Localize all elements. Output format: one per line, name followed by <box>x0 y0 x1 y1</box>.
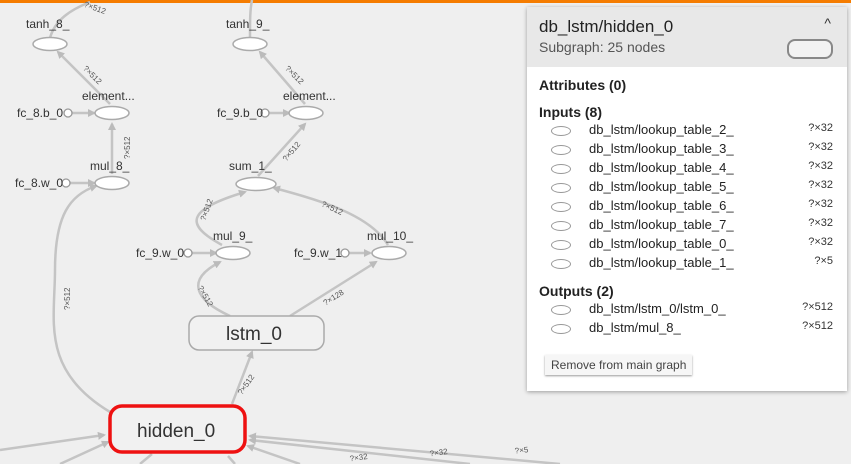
input-shape: ?×32 <box>808 122 833 134</box>
input-shape: ?×32 <box>808 141 833 153</box>
panel-header: db_lstm/hidden_0 Subgraph: 25 nodes ^ <box>527 7 847 67</box>
svg-text:mul_9_: mul_9_ <box>213 229 253 243</box>
op-node-icon <box>551 202 571 212</box>
node-fc9-b[interactable]: fc_9.b_0 <box>217 106 270 120</box>
node-lstm-0[interactable]: lstm_0 <box>188 315 325 351</box>
node-fc8-w[interactable]: fc_8.w_0 <box>15 176 71 190</box>
edge-in-2 <box>59 440 110 464</box>
expand-subgraph-toggle[interactable] <box>787 39 833 59</box>
panel-title: db_lstm/hidden_0 <box>539 17 674 36</box>
edge-label: ?×512 <box>83 0 108 16</box>
outputs-heading: Outputs (2) <box>539 283 614 299</box>
edge-lstm-mul10 <box>289 260 378 318</box>
output-name: db_lstm/lstm_0/lstm_0_ <box>589 301 726 316</box>
input-name: db_lstm/lookup_table_6_ <box>589 198 734 213</box>
input-row[interactable]: db_lstm/lookup_table_5_ ?×32 <box>549 179 837 198</box>
svg-text:tanh_8_: tanh_8_ <box>26 17 70 31</box>
edge-label: ?×128 <box>322 287 346 307</box>
output-shape: ?×512 <box>802 320 833 332</box>
input-name: db_lstm/lookup_table_7_ <box>589 217 734 232</box>
svg-text:sum_1_: sum_1_ <box>229 159 272 173</box>
edge-in-7 <box>248 432 561 464</box>
svg-text:tanh_9_: tanh_9_ <box>226 17 270 31</box>
edge-label: ?×512 <box>81 64 104 87</box>
node-mul-8[interactable]: mul_8_ <box>90 159 130 191</box>
node-fc8-b[interactable]: fc_8.b_0 <box>17 106 73 120</box>
svg-text:fc_9.w_0: fc_9.w_0 <box>136 246 184 260</box>
input-row[interactable]: db_lstm/lookup_table_6_ ?×32 <box>549 198 837 217</box>
node-fc9-w1[interactable]: fc_9.w_1 <box>294 246 350 260</box>
op-node-icon <box>551 183 571 193</box>
node-fc9-w[interactable]: fc_9.w_0 <box>136 246 193 260</box>
input-row[interactable]: db_lstm/lookup_table_7_ ?×32 <box>549 217 837 236</box>
input-shape: ?×5 <box>814 255 833 267</box>
edge-label: ?×32 <box>349 452 369 463</box>
attributes-heading: Attributes (0) <box>539 77 627 93</box>
input-name: db_lstm/lookup_table_5_ <box>589 179 734 194</box>
svg-text:element...: element... <box>283 89 336 103</box>
node-element-9[interactable]: element... <box>283 89 336 121</box>
op-node-icon <box>551 240 571 250</box>
input-name: db_lstm/lookup_table_0_ <box>589 236 734 251</box>
edge-label: ?×512 <box>123 136 132 159</box>
op-node-icon <box>551 145 571 155</box>
input-name: db_lstm/lookup_table_2_ <box>589 122 734 137</box>
node-tanh-8[interactable]: tanh_8_ <box>26 17 70 52</box>
input-name: db_lstm/lookup_table_1_ <box>589 255 734 270</box>
op-node-icon <box>551 164 571 174</box>
svg-text:lstm_0: lstm_0 <box>226 324 282 345</box>
output-row[interactable]: db_lstm/lstm_0/lstm_0_ ?×512 <box>549 301 837 320</box>
output-name: db_lstm/mul_8_ <box>589 320 681 335</box>
op-node-icon <box>551 126 571 136</box>
svg-text:fc_9.w_1: fc_9.w_1 <box>294 246 342 260</box>
svg-text:fc_8.w_0: fc_8.w_0 <box>15 176 63 190</box>
op-node-icon <box>551 324 571 334</box>
input-name: db_lstm/lookup_table_4_ <box>589 160 734 175</box>
edge-label: ?×5 <box>514 445 529 455</box>
edge-in-4 <box>227 455 236 464</box>
node-sum-1[interactable]: sum_1_ <box>229 159 277 192</box>
node-tanh-9[interactable]: tanh_9_ <box>226 17 270 52</box>
svg-text:mul_8_: mul_8_ <box>90 159 130 173</box>
input-shape: ?×32 <box>808 217 833 229</box>
op-node-icon <box>551 259 571 269</box>
input-shape: ?×32 <box>808 236 833 248</box>
edge-label: ?×32 <box>429 447 449 458</box>
op-node-icon <box>551 221 571 231</box>
input-shape: ?×32 <box>808 198 833 210</box>
output-shape: ?×512 <box>802 301 833 313</box>
input-shape: ?×32 <box>808 179 833 191</box>
svg-text:element...: element... <box>82 89 135 103</box>
panel-subtitle: Subgraph: 25 nodes <box>539 39 666 55</box>
input-shape: ?×32 <box>808 160 833 172</box>
input-row[interactable]: db_lstm/lookup_table_4_ ?×32 <box>549 160 837 179</box>
input-row[interactable]: db_lstm/lookup_table_1_ ?×5 <box>549 255 837 274</box>
edge-label: ?×512 <box>196 284 215 308</box>
edge-in-5 <box>246 444 301 464</box>
edge-in-3 <box>139 453 153 464</box>
input-row[interactable]: db_lstm/lookup_table_0_ ?×32 <box>549 236 837 255</box>
collapse-chevron-up-icon[interactable]: ^ <box>824 15 831 31</box>
node-mul-10[interactable]: mul_10_ <box>367 229 413 261</box>
edge-label: ?×512 <box>281 140 303 163</box>
svg-text:fc_8.b_0: fc_8.b_0 <box>17 106 63 120</box>
op-node-icon <box>551 305 571 315</box>
svg-text:hidden_0: hidden_0 <box>137 421 215 442</box>
edge-label: ?×512 <box>320 199 345 217</box>
inputs-heading: Inputs (8) <box>539 104 602 120</box>
input-row[interactable]: db_lstm/lookup_table_3_ ?×32 <box>549 141 837 160</box>
input-row[interactable]: db_lstm/lookup_table_2_ ?×32 <box>549 122 837 141</box>
output-row[interactable]: db_lstm/mul_8_ ?×512 <box>549 320 837 339</box>
svg-text:mul_10_: mul_10_ <box>367 229 413 243</box>
node-element-8[interactable]: element... <box>82 89 135 121</box>
node-info-panel: db_lstm/hidden_0 Subgraph: 25 nodes ^ At… <box>527 7 847 391</box>
edge-label: ?×512 <box>63 287 72 310</box>
edge-in-1 <box>0 431 106 452</box>
input-name: db_lstm/lookup_table_3_ <box>589 141 734 156</box>
edge-label: ?×512 <box>199 197 215 222</box>
svg-text:fc_9.b_0: fc_9.b_0 <box>217 106 263 120</box>
node-hidden-0-selected[interactable]: hidden_0 <box>108 404 247 454</box>
remove-from-main-graph-button[interactable]: Remove from main graph <box>545 355 693 375</box>
